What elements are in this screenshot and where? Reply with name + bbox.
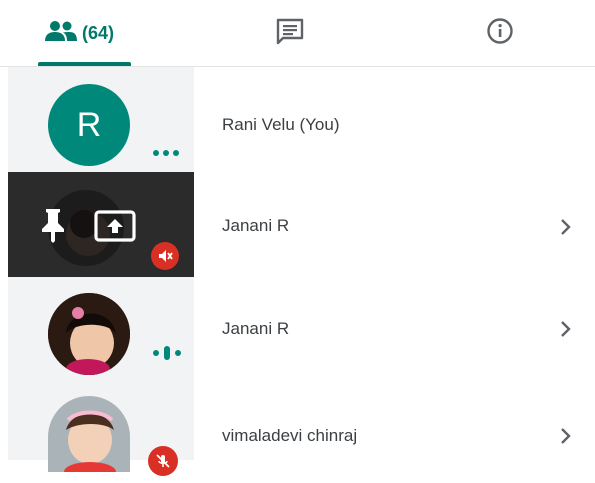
chevron-right-icon[interactable] xyxy=(558,426,574,446)
tab-info[interactable] xyxy=(440,0,560,66)
chevron-right-icon[interactable] xyxy=(558,217,574,237)
people-icon xyxy=(44,20,78,47)
tab-bar: (64) xyxy=(0,0,595,67)
avatar xyxy=(48,396,130,472)
muted-icon xyxy=(151,242,179,270)
participant-row[interactable]: vimaladevi chinraj xyxy=(0,382,595,476)
present-screen-icon xyxy=(94,210,136,247)
chevron-right-icon[interactable] xyxy=(558,319,574,339)
participant-name: Rani Velu (You) xyxy=(222,115,340,134)
avatar xyxy=(48,293,130,375)
participant-name: Janani R xyxy=(222,216,290,235)
participant-row[interactable]: R Rani Velu (You) xyxy=(0,67,595,172)
muted-icon xyxy=(148,446,178,476)
chat-icon xyxy=(275,17,305,50)
tab-chat[interactable] xyxy=(230,0,350,66)
more-dots-icon xyxy=(152,144,182,162)
participant-name: vimaladevi chinraj xyxy=(222,426,358,445)
participant-row[interactable]: Janani R xyxy=(0,277,595,382)
tab-people[interactable]: (64) xyxy=(20,0,138,66)
active-tab-indicator xyxy=(38,62,131,66)
presenting-overlay xyxy=(8,172,194,277)
participant-name: Janani R xyxy=(222,319,290,338)
pin-icon[interactable] xyxy=(38,206,68,249)
participant-count: (64) xyxy=(81,22,114,43)
speaking-icon xyxy=(152,344,182,367)
participant-row[interactable]: Janani R xyxy=(0,172,595,277)
info-icon xyxy=(486,17,514,50)
avatar: R xyxy=(48,84,130,166)
